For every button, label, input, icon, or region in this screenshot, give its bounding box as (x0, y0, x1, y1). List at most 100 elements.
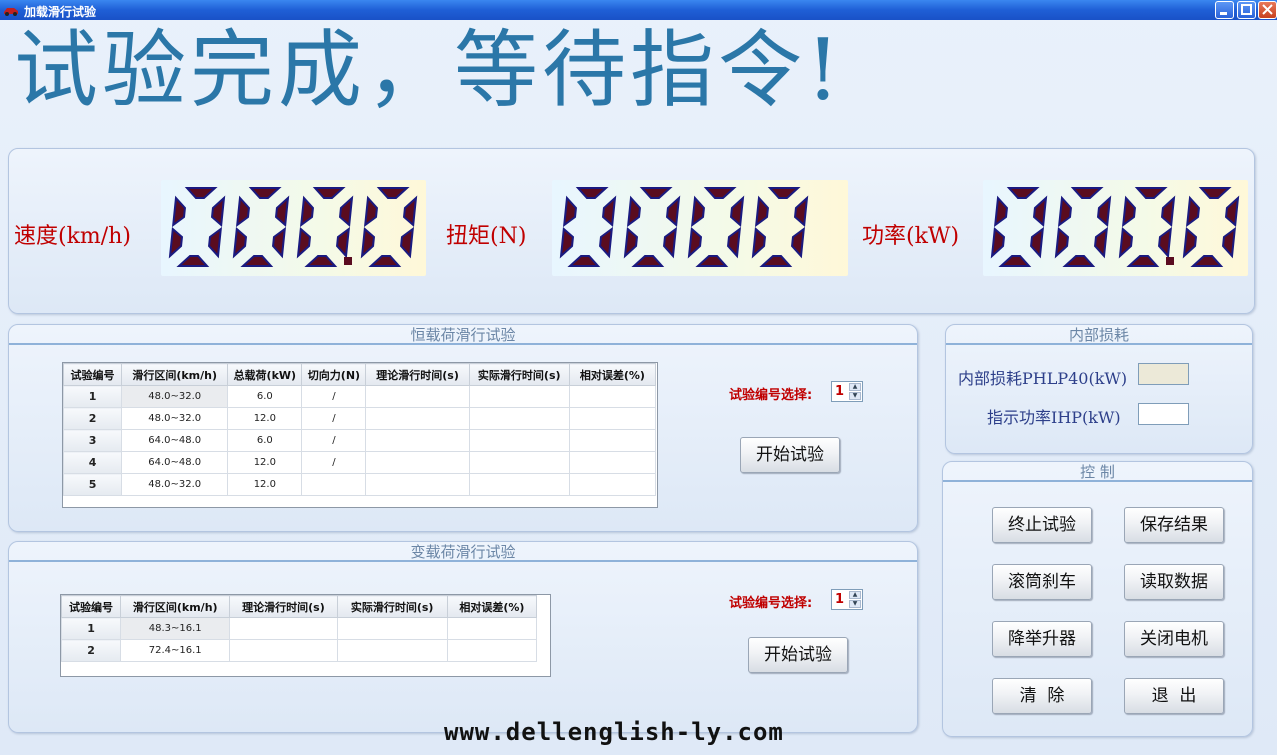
column-header[interactable]: 相对误差(%) (446, 595, 538, 618)
column-header[interactable]: 总载荷(kW) (227, 363, 303, 386)
motor-off-button[interactable]: 关闭电机 (1124, 621, 1224, 657)
table-row[interactable]: 1 48.0~32.0 6.0/ (62, 385, 657, 408)
table-cell[interactable] (568, 429, 657, 452)
column-header[interactable]: 实际滑行时间(s) (336, 595, 448, 618)
table-cell[interactable] (365, 451, 470, 474)
lcd-segment (368, 255, 402, 267)
table-cell[interactable]: / (301, 385, 367, 408)
spin-up-icon[interactable]: ▲ (849, 591, 861, 599)
table-cell[interactable] (568, 385, 657, 408)
table-cell[interactable] (446, 617, 538, 640)
table-cell[interactable] (336, 617, 448, 640)
table-cell[interactable] (229, 639, 338, 662)
table-cell[interactable]: 12.0 (227, 407, 303, 430)
variable-start-button[interactable]: 开始试验 (748, 637, 848, 673)
table-cell[interactable] (568, 407, 657, 430)
ihp-field[interactable] (1138, 403, 1189, 425)
table-cell[interactable]: 48.0~32.0 (121, 473, 229, 496)
table-cell[interactable]: 48.3~16.1 (120, 617, 231, 640)
table-cell[interactable]: 6.0 (227, 385, 303, 408)
spin-down-icon[interactable]: ▼ (849, 600, 861, 608)
table-cell[interactable] (468, 473, 570, 496)
table-cell[interactable]: 12.0 (227, 473, 303, 496)
column-header[interactable]: 试验编号 (60, 595, 122, 618)
clear-button[interactable]: 清 除 (992, 678, 1092, 714)
table-cell[interactable]: 48.0~32.0 (121, 385, 229, 408)
row-number-cell[interactable]: 4 (62, 451, 123, 474)
column-header[interactable]: 实际滑行时间(s) (468, 363, 570, 386)
lcd-segment (1158, 226, 1173, 259)
minimize-button[interactable] (1215, 1, 1234, 19)
column-header[interactable]: 理论滑行时间(s) (229, 595, 338, 618)
lcd-segment (1185, 195, 1200, 228)
lcd-segment (400, 226, 415, 259)
row-number-cell[interactable]: 1 (60, 617, 122, 640)
table-row[interactable]: 4 64.0~48.0 12.0/ (62, 451, 657, 474)
table-cell[interactable] (446, 639, 538, 662)
table-cell[interactable] (568, 473, 657, 496)
table-cell[interactable]: 64.0~48.0 (121, 429, 229, 452)
table-row[interactable]: 1 48.3~16.1 (60, 617, 538, 640)
save-results-button[interactable]: 保存结果 (1124, 507, 1224, 543)
close-icon (1262, 4, 1273, 15)
table-cell[interactable]: / (301, 429, 367, 452)
table-row[interactable]: 2 48.0~32.0 12.0/ (62, 407, 657, 430)
variable-test-number-spinner[interactable]: 1 ▲ ▼ (831, 589, 863, 610)
table-cell[interactable] (229, 617, 338, 640)
lcd-segment (240, 255, 274, 267)
column-header[interactable]: 理论滑行时间(s) (365, 363, 470, 386)
exit-button[interactable]: 退 出 (1124, 678, 1224, 714)
maximize-button[interactable] (1237, 1, 1256, 19)
table-cell[interactable]: / (301, 451, 367, 474)
table-cell[interactable] (568, 451, 657, 474)
phlp-field[interactable] (1138, 363, 1189, 385)
column-header[interactable]: 切向力(N) (301, 363, 367, 386)
read-data-button[interactable]: 读取数据 (1124, 564, 1224, 600)
speed-digits (168, 187, 418, 267)
table-cell[interactable] (365, 429, 470, 452)
table-row[interactable]: 5 48.0~32.0 12.0 (62, 473, 657, 496)
speed-label: 速度(km/h) (14, 224, 131, 249)
table-cell[interactable] (336, 639, 448, 662)
constant-test-number-spinner[interactable]: 1 ▲ ▼ (831, 381, 863, 402)
table-cell[interactable]: 6.0 (227, 429, 303, 452)
table-row[interactable]: 3 64.0~48.0 6.0/ (62, 429, 657, 452)
close-button[interactable] (1258, 1, 1277, 19)
spin-up-icon[interactable]: ▲ (849, 383, 861, 391)
lower-lift-button[interactable]: 降举升器 (992, 621, 1092, 657)
table-cell[interactable]: 48.0~32.0 (121, 407, 229, 430)
lcd-segment (791, 226, 806, 259)
column-header[interactable]: 试验编号 (62, 363, 123, 386)
table-row[interactable]: 2 72.4~16.1 (60, 639, 538, 662)
table-cell[interactable]: 12.0 (227, 451, 303, 474)
column-header[interactable]: 相对误差(%) (568, 363, 657, 386)
table-cell[interactable]: 64.0~48.0 (121, 451, 229, 474)
table-cell[interactable] (468, 429, 570, 452)
table-cell[interactable] (365, 407, 470, 430)
row-number-cell[interactable]: 2 (60, 639, 122, 662)
table-cell[interactable] (365, 385, 470, 408)
status-message: 试验完成，等待指令! (14, 21, 844, 119)
table-cell[interactable] (468, 385, 570, 408)
table-cell[interactable]: 72.4~16.1 (120, 639, 231, 662)
roller-brake-button[interactable]: 滚筒刹车 (992, 564, 1092, 600)
table-cell[interactable] (468, 407, 570, 430)
row-number-cell[interactable]: 3 (62, 429, 123, 452)
internal-loss-panel: 内部损耗 (945, 324, 1253, 454)
column-header[interactable]: 滑行区间(km/h) (121, 363, 229, 386)
lcd-segment (639, 187, 673, 199)
table-cell[interactable] (468, 451, 570, 474)
row-number-cell[interactable]: 5 (62, 473, 123, 496)
stop-test-button[interactable]: 终止试验 (992, 507, 1092, 543)
row-number-cell[interactable]: 1 (62, 385, 123, 408)
constant-start-button[interactable]: 开始试验 (740, 437, 840, 473)
lcd-segment (601, 195, 617, 228)
column-header[interactable]: 滑行区间(km/h) (120, 595, 231, 618)
row-number-cell[interactable]: 2 (62, 407, 123, 430)
table-cell[interactable]: / (301, 407, 367, 430)
lcd-segment (363, 195, 378, 228)
table-cell[interactable] (301, 473, 367, 496)
spin-down-icon[interactable]: ▼ (849, 392, 861, 400)
lcd-segment (690, 195, 705, 228)
table-cell[interactable] (365, 473, 470, 496)
